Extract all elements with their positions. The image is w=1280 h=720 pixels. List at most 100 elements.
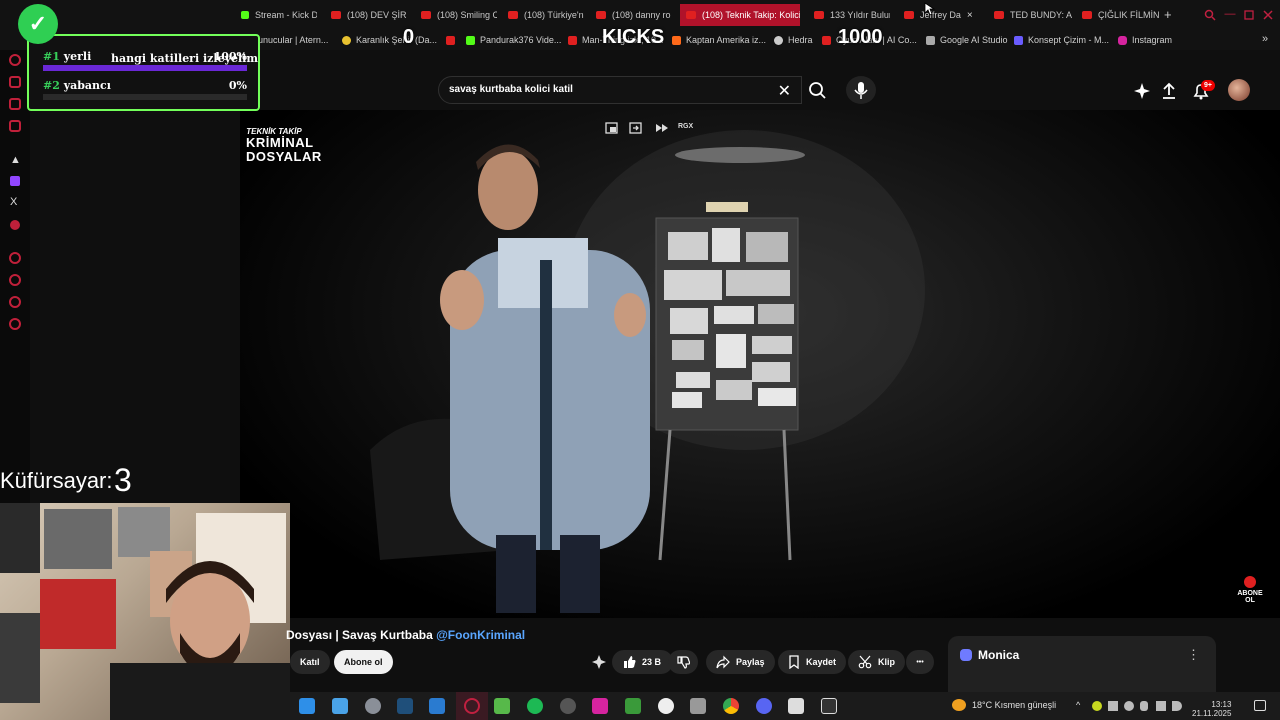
video-player[interactable] [240, 110, 1280, 618]
clip-button[interactable]: Klip [848, 650, 905, 674]
sidebar-app-icon[interactable] [10, 220, 20, 230]
notification-badge: 9+ [1201, 80, 1215, 91]
chrome-icon[interactable] [723, 698, 739, 714]
bookmark-item[interactable]: Instagram [1118, 33, 1172, 47]
tab-133-yildir[interactable]: 133 Yıldır Bulun [808, 4, 890, 26]
tab-ciglik[interactable]: ÇIĞLIK FİLMİNE [1076, 4, 1160, 26]
bookmarks-overflow-icon[interactable]: » [1262, 33, 1268, 45]
search-field[interactable]: savaş kurtbaba kolici katil ✕ [438, 76, 802, 104]
monica-panel: Monica ⋮ [948, 636, 1216, 696]
sidebar-app-icon[interactable] [9, 98, 21, 110]
taskbar-clock[interactable]: 13:13 21.11.2025 [1192, 700, 1231, 718]
clear-search-button[interactable]: ✕ [778, 81, 791, 101]
ai-summary-icon[interactable] [590, 654, 608, 670]
search-button[interactable] [802, 76, 832, 104]
search-tabs-icon[interactable] [1204, 9, 1216, 21]
taskbar-app-icon[interactable] [625, 698, 641, 714]
weather-text[interactable]: 18°C Kısmen güneşli [972, 700, 1056, 710]
bookmark-item[interactable]: Konsept Çizim - M... [1014, 33, 1109, 47]
ai-sparkle-icon[interactable] [1131, 80, 1153, 102]
taskbar-app-icon[interactable] [756, 698, 772, 714]
sidebar-app-icon[interactable] [9, 120, 21, 132]
tab-turkiye[interactable]: (108) Türkiye'n [502, 4, 584, 26]
tab-teknik-takip[interactable]: (108) Teknik Takip: Kolici [680, 4, 800, 26]
settings-icon[interactable] [9, 318, 21, 330]
tab-kick-stream[interactable]: Stream - Kick D [235, 4, 317, 26]
tab-jeffrey[interactable]: Jeffrey Da × [898, 4, 982, 26]
start-button[interactable] [299, 698, 315, 714]
tab-ted-bundy[interactable]: TED BUNDY: A [988, 4, 1072, 26]
dislike-button[interactable] [668, 650, 698, 674]
volume-icon[interactable] [1172, 701, 1182, 711]
abone-ol-watermark[interactable]: ABONE OL [1236, 576, 1264, 604]
like-button[interactable]: 23 B [612, 650, 674, 674]
tray-app-icon[interactable] [1092, 701, 1102, 711]
taskbar-app-icon[interactable] [821, 698, 837, 714]
share-button[interactable]: Paylaş [706, 650, 775, 674]
more-actions-button[interactable]: ••• [906, 650, 934, 674]
capcut-icon[interactable] [788, 698, 804, 714]
picture-in-picture-icon[interactable] [628, 120, 644, 136]
taskbar-active-app[interactable] [456, 692, 488, 720]
sidebar-app-icon[interactable] [9, 76, 21, 88]
notification-center-icon[interactable] [1254, 700, 1266, 711]
channel-handle-link[interactable]: @FoonKriminal [436, 628, 525, 642]
steam-icon[interactable] [397, 698, 413, 714]
tab-label: (108) DEV ŞİRK [347, 10, 407, 20]
taskbar-app-icon[interactable] [332, 698, 348, 714]
bookmark-item[interactable]: unucular | Atern... [258, 33, 328, 47]
bookmark-item[interactable]: Google AI Studio [926, 33, 1008, 47]
poll-option-label: yerli [63, 50, 92, 63]
sidebar-aria-icon[interactable]: ▲ [10, 154, 21, 166]
monica-menu-button[interactable]: ⋮ [1187, 647, 1200, 663]
tray-app-icon[interactable] [1108, 701, 1118, 711]
network-icon[interactable] [1156, 701, 1166, 711]
tray-app-icon[interactable] [1124, 701, 1134, 711]
subscribe-label: Abone ol [344, 657, 383, 667]
x-icon[interactable]: X [10, 196, 17, 208]
maximize-icon[interactable] [1243, 9, 1255, 21]
taskbar-app-icon[interactable] [365, 698, 381, 714]
extensions-icon[interactable] [9, 296, 21, 308]
history-icon[interactable] [9, 274, 21, 286]
tab-label: ÇIĞLIK FİLMİNE [1098, 10, 1160, 20]
kick-icon [241, 11, 249, 19]
tab-close-button[interactable]: × [967, 10, 973, 21]
tab-smiling[interactable]: (108) Smiling C [415, 4, 497, 26]
tab-danny[interactable]: (108) danny ro [590, 4, 672, 26]
miniplayer-icon[interactable] [604, 120, 620, 136]
upload-icon[interactable] [1158, 80, 1180, 102]
microphone-icon[interactable] [1140, 701, 1148, 711]
subscribe-button[interactable]: Abone ol [334, 650, 393, 674]
taskbar-app-icon[interactable] [560, 698, 576, 714]
voice-search-button[interactable] [846, 76, 876, 104]
save-button[interactable]: Kaydet [778, 650, 847, 674]
play-circle-icon[interactable] [9, 252, 21, 264]
nvidia-icon[interactable] [494, 698, 510, 714]
avatar[interactable] [1228, 79, 1250, 101]
abone-line1: ABONE [1237, 590, 1263, 597]
weather-icon [952, 699, 966, 711]
spotify-icon[interactable] [527, 698, 543, 714]
poll-option-label: yabancı [63, 79, 111, 92]
youtube-icon [421, 11, 431, 19]
join-button[interactable]: Katıl [290, 650, 330, 674]
twitch-icon[interactable] [10, 176, 20, 186]
instagram-icon [1118, 35, 1127, 45]
clock-date: 21.11.2025 [1192, 709, 1232, 718]
new-tab-button[interactable]: + [1164, 7, 1172, 22]
taskbar-app-icon[interactable] [658, 698, 674, 714]
tray-overflow-chevron[interactable]: ^ [1076, 700, 1080, 710]
tab-dev-sirk[interactable]: (108) DEV ŞİRK [325, 4, 407, 26]
skip-next-icon[interactable] [654, 120, 670, 136]
youtube-icon [508, 11, 518, 19]
search-input[interactable]: savaş kurtbaba kolici katil [449, 84, 573, 95]
sidebar-app-icon[interactable] [9, 54, 21, 66]
taskbar-app-icon[interactable] [690, 698, 706, 714]
rgx-label[interactable]: RGX [678, 123, 693, 130]
minimize-button[interactable]: — [1224, 8, 1236, 20]
instagram-icon[interactable] [592, 698, 608, 714]
close-window-icon[interactable] [1262, 9, 1274, 21]
bookmark-icon [789, 655, 799, 669]
taskbar-app-icon[interactable] [429, 698, 445, 714]
